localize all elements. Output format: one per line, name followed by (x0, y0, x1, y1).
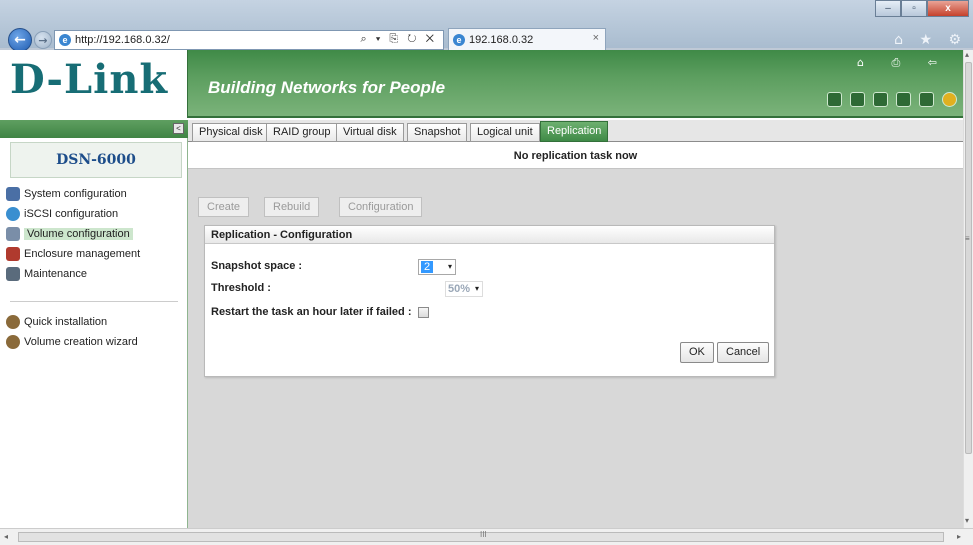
replication-config-dialog: Replication - Configuration Snapshot spa… (204, 225, 775, 377)
sidebar-item-label: iSCSI configuration (24, 208, 119, 220)
snapshot-space-value: 2 (421, 261, 434, 273)
vertical-scroll-thumb[interactable] (965, 62, 972, 454)
ie-icon: e (59, 34, 71, 46)
chevron-down-icon: ▾ (447, 262, 452, 271)
window-controls: – ▫ x (875, 0, 969, 17)
maximize-button[interactable]: ▫ (901, 0, 927, 17)
threshold-select[interactable]: 50% ▾ (445, 281, 483, 297)
maintenance-icon (6, 267, 20, 281)
minimize-button[interactable]: – (875, 0, 901, 17)
browser-tool-icons[interactable]: ⌂ ★ ⚙ (894, 32, 967, 48)
app-header: D-Link Building Networks for People ⌂ ⎙ … (0, 50, 963, 118)
globe-icon (6, 207, 20, 221)
threshold-label: Threshold : (211, 282, 271, 294)
volume-tabs: Physical disk RAID group Virtual disk Sn… (188, 120, 963, 142)
ok-button[interactable]: OK (680, 342, 714, 363)
sidebar-item-label: Quick installation (24, 316, 108, 328)
wizard-icon (6, 335, 20, 349)
tab-title: 192.168.0.32 (469, 33, 534, 46)
gear-icon (6, 187, 20, 201)
tab-replication[interactable]: Replication (540, 121, 609, 142)
sidebar: < DSN-6000 System configuration iSCSI co… (0, 120, 188, 528)
scroll-up-icon[interactable]: ▴ (965, 50, 969, 59)
browser-chrome: ← → e http://192.168.0.32/ ⌕ ▾ ⎘ ↻ ✕ e 1… (0, 0, 973, 52)
status-message: No replication task now (188, 143, 963, 169)
enclosure-icon (6, 247, 20, 261)
configuration-button[interactable]: Configuration (339, 197, 423, 217)
back-button[interactable]: ← (8, 28, 32, 52)
address-actions[interactable]: ⌕ ▾ ⎘ ↻ ✕ (361, 33, 437, 46)
sidebar-item-volume-creation-wizard[interactable]: Volume creation wizard (4, 332, 184, 352)
sidebar-item-label: Volume configuration (24, 228, 133, 240)
back-arrow-icon: ← (14, 32, 26, 48)
dlink-logo: D-Link (10, 56, 169, 103)
tab-close-icon[interactable]: × (593, 32, 599, 44)
install-icon (6, 315, 20, 329)
address-bar[interactable]: e http://192.168.0.32/ ⌕ ▾ ⎘ ↻ ✕ (54, 30, 444, 50)
cancel-button[interactable]: Cancel (717, 342, 770, 363)
restart-checkbox[interactable] (418, 307, 429, 318)
sidebar-item-label: System configuration (24, 188, 127, 200)
volume-icon (6, 227, 20, 241)
save-icon[interactable] (896, 92, 911, 107)
forward-button[interactable]: → (34, 31, 52, 49)
sidebar-item-volume-configuration[interactable]: Volume configuration (4, 224, 184, 244)
scroll-grip-icon: III (480, 530, 487, 539)
restart-label: Restart the task an hour later if failed… (211, 306, 412, 318)
horizontal-scrollbar[interactable]: ◂ III ▸ (0, 528, 973, 545)
tab-snapshot[interactable]: Snapshot (407, 123, 468, 142)
sidebar-item-label: Enclosure management (24, 248, 141, 260)
sidebar-item-label: Maintenance (24, 268, 87, 280)
main-content: No replication task now Create Rebuild C… (188, 143, 963, 528)
logout-icon[interactable] (919, 92, 934, 107)
tab-physical-disk[interactable]: Physical disk (192, 123, 270, 142)
header-top-icons[interactable]: ⌂ ⎙ ⇦ (857, 56, 949, 70)
threshold-value: 50% (448, 283, 471, 295)
snapshot-space-select[interactable]: 2 ▾ (418, 259, 456, 275)
reload-icon[interactable] (873, 92, 888, 107)
sidebar-item-quick-installation[interactable]: Quick installation (4, 312, 184, 332)
forward-arrow-icon: → (38, 33, 48, 47)
close-window-button[interactable]: x (927, 0, 969, 17)
tab-raid-group[interactable]: RAID group (266, 123, 338, 142)
sidebar-top-bar: < (0, 120, 188, 138)
header-status-icons (827, 92, 957, 107)
chevron-down-icon: ▾ (474, 284, 479, 293)
sidebar-item-enclosure-management[interactable]: Enclosure management (4, 244, 184, 264)
scroll-left-icon[interactable]: ◂ (4, 532, 8, 541)
tab-virtual-disk[interactable]: Virtual disk (336, 123, 404, 142)
menu-divider (10, 284, 178, 302)
tab-ie-icon: e (453, 33, 465, 46)
collapse-sidebar-button[interactable]: < (173, 123, 184, 134)
disk-status-icon[interactable] (827, 92, 842, 107)
tab-logical-unit[interactable]: Logical unit (470, 123, 540, 142)
help-icon[interactable] (942, 92, 957, 107)
monitor-icon[interactable] (850, 92, 865, 107)
address-text[interactable]: http://192.168.0.32/ (75, 34, 170, 46)
sidebar-item-system-configuration[interactable]: System configuration (4, 184, 184, 204)
create-button[interactable]: Create (198, 197, 250, 217)
scroll-down-icon[interactable]: ▾ (965, 516, 969, 525)
sidebar-item-maintenance[interactable]: Maintenance (4, 264, 184, 284)
tagline: Building Networks for People (208, 78, 446, 97)
scroll-right-icon[interactable]: ▸ (957, 532, 961, 541)
browser-tab[interactable]: e 192.168.0.32 × (448, 28, 606, 50)
snapshot-space-label: Snapshot space : (211, 260, 303, 272)
rebuild-button[interactable]: Rebuild (264, 197, 320, 217)
dialog-title: Replication - Configuration (205, 226, 774, 244)
logo-box: D-Link (0, 50, 188, 118)
sidebar-item-iscsi-configuration[interactable]: iSCSI configuration (4, 204, 184, 224)
sidebar-item-label: Volume creation wizard (24, 336, 138, 348)
scroll-grip-icon: ≡ (965, 234, 970, 243)
page-viewport: D-Link Building Networks for People ⌂ ⎙ … (0, 50, 963, 528)
vertical-scrollbar[interactable]: ▴ ≡ ▾ (963, 50, 973, 528)
sidebar-menu: System configuration iSCSI configuration… (4, 184, 184, 352)
device-name: DSN-6000 (10, 142, 182, 178)
